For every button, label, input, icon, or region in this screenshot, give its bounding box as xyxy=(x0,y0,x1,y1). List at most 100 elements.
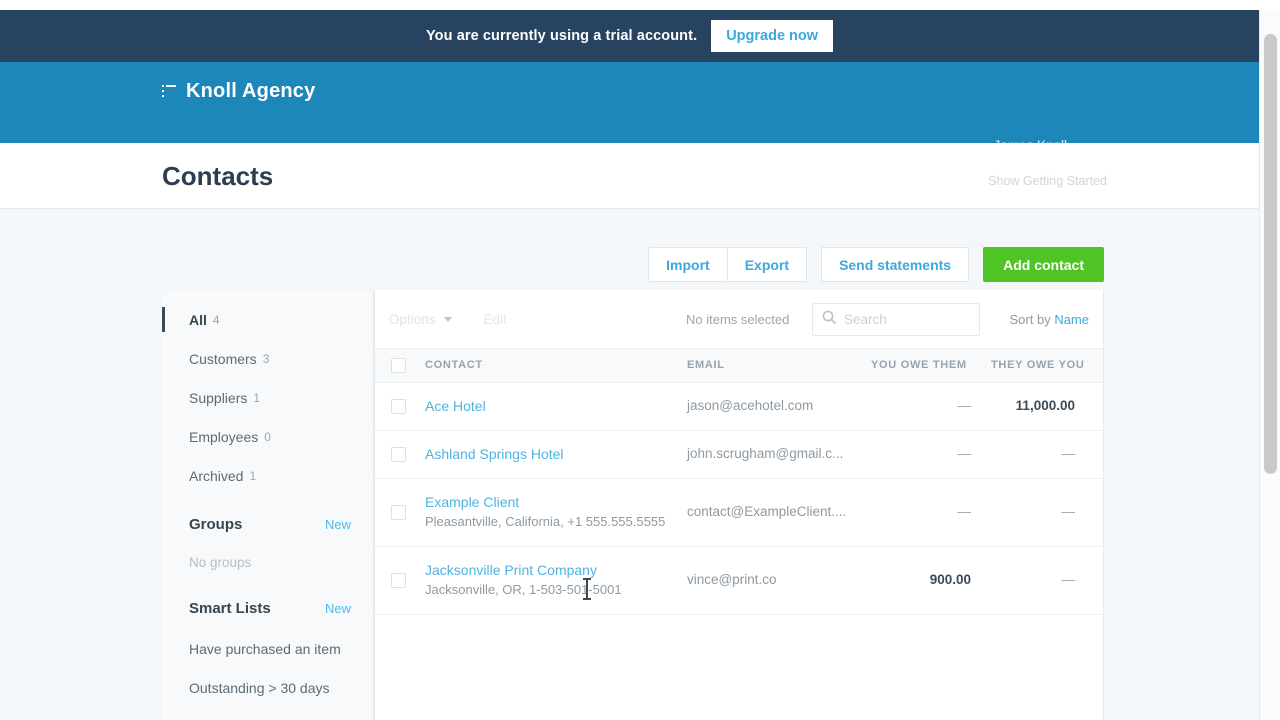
text-cursor xyxy=(583,578,591,600)
they-owe-you-value: 11,000.00 xyxy=(1015,398,1075,413)
sort-by-value[interactable]: Name xyxy=(1054,312,1089,327)
sidebar-item-employees[interactable]: Employees 0 xyxy=(162,417,373,456)
sidebar-item-overdue-7-days[interactable]: Overdue > 7 days xyxy=(162,707,373,720)
sidebar-item-outstanding-30-days[interactable]: Outstanding > 30 days xyxy=(162,668,373,707)
row-select-cell xyxy=(375,478,421,547)
app-header: Knoll Agency James Knoll Dashboard Accou… xyxy=(0,62,1259,205)
you-owe-them-value: 900.00 xyxy=(929,572,971,587)
options-dropdown[interactable]: Options xyxy=(389,312,452,327)
search-field[interactable] xyxy=(812,302,980,336)
import-export-group: Import Export xyxy=(648,247,808,282)
row-checkbox[interactable] xyxy=(391,398,406,414)
contact-subtitle: Jacksonville, OR, 1-503-501-5001 xyxy=(425,582,622,597)
action-bar: Import Export Send statements Add contac… xyxy=(648,247,1104,282)
column-header-they-owe-you[interactable]: THEY OWE YOU xyxy=(985,349,1103,383)
table-row[interactable]: Jacksonville Print Company Jacksonville,… xyxy=(375,546,1103,615)
contact-name-link[interactable]: Jacksonville Print Company xyxy=(425,561,687,579)
new-smart-list-link[interactable]: New xyxy=(325,601,351,616)
sort-by-label: Sort by xyxy=(1009,311,1055,327)
contact-email: jason@acehotel.com xyxy=(687,398,814,413)
edit-button[interactable]: Edit xyxy=(484,312,507,327)
sidebar-item-count: 1 xyxy=(253,390,261,405)
sidebar-item-label: Employees xyxy=(189,428,259,445)
brand[interactable]: Knoll Agency xyxy=(162,80,315,103)
sidebar-item-all[interactable]: All 4 xyxy=(162,300,373,339)
page-titlebar: Contacts Show Getting Started xyxy=(0,143,1259,209)
page-scrollbar[interactable] xyxy=(1259,10,1280,720)
contact-cell: Ace Hotel xyxy=(421,382,687,431)
select-all-header xyxy=(375,349,421,383)
sidebar-item-label: Have purchased an item xyxy=(189,640,341,657)
export-button[interactable]: Export xyxy=(726,247,808,282)
page-title: Contacts xyxy=(162,161,274,191)
groups-header: Groups New xyxy=(162,504,373,545)
groups-empty-label: No groups xyxy=(189,554,252,570)
content-area: Import Export Send statements Add contac… xyxy=(0,209,1259,720)
table-header: CONTACT EMAIL YOU OWE THEM THEY OWE YOU xyxy=(375,349,1103,383)
contact-name-link[interactable]: Example Client xyxy=(425,493,687,511)
contact-email: john.scrugham@gmail.c... xyxy=(687,446,844,461)
sidebar-item-archived[interactable]: Archived 1 xyxy=(162,456,373,495)
sidebar-item-count: 0 xyxy=(264,429,271,444)
sidebar-item-count: 4 xyxy=(212,312,220,327)
smart-lists-title: Smart Lists xyxy=(189,600,271,617)
they-owe-you-value: — xyxy=(1061,504,1076,519)
options-label: Options xyxy=(389,311,436,327)
scrollbar-thumb[interactable] xyxy=(1264,34,1277,474)
sidebar-item-have-purchased-an-item[interactable]: Have purchased an item xyxy=(162,629,373,668)
search-icon xyxy=(822,310,836,329)
smart-lists-header: Smart Lists New xyxy=(162,588,373,629)
brand-name: Knoll Agency xyxy=(186,80,316,102)
table-body: Ace Hotel jason@acehotel.com — 11,000.00… xyxy=(375,382,1103,615)
new-group-link[interactable]: New xyxy=(325,517,351,532)
sidebar-item-suppliers[interactable]: Suppliers 1 xyxy=(162,378,373,417)
contact-cell: Ashland Springs Hotel xyxy=(421,430,687,479)
contact-name-link[interactable]: Ace Hotel xyxy=(425,397,687,415)
column-header-contact[interactable]: CONTACT xyxy=(421,349,687,383)
show-getting-started-link[interactable]: Show Getting Started xyxy=(988,174,1107,188)
selection-status: No items selected xyxy=(686,311,790,327)
contacts-table: CONTACT EMAIL YOU OWE THEM THEY OWE YOU … xyxy=(375,349,1103,615)
contact-email: contact@ExampleClient.... xyxy=(687,504,847,519)
contact-name-link[interactable]: Ashland Springs Hotel xyxy=(425,445,687,463)
you-owe-them-value: — xyxy=(957,504,972,519)
search-input[interactable] xyxy=(844,311,974,327)
trial-banner-message: You are currently using a trial account. xyxy=(425,28,698,44)
table-row[interactable]: Ashland Springs Hotel john.scrugham@gmai… xyxy=(375,430,1103,479)
import-button[interactable]: Import xyxy=(648,247,727,282)
you-owe-them-value: — xyxy=(957,446,972,461)
sidebar-item-label: Archived xyxy=(189,467,244,484)
sidebar-item-customers[interactable]: Customers 3 xyxy=(162,339,373,378)
row-checkbox[interactable] xyxy=(391,572,406,588)
chevron-down-icon xyxy=(443,316,452,322)
row-checkbox[interactable] xyxy=(391,446,406,462)
select-all-checkbox[interactable] xyxy=(391,357,406,373)
sort-by-control: Sort by Name xyxy=(1010,312,1089,327)
groups-title: Groups xyxy=(189,516,243,533)
top-gutter xyxy=(0,0,1280,10)
table-row[interactable]: Example Client Pleasantville, California… xyxy=(375,478,1103,547)
column-header-you-owe-them[interactable]: YOU OWE THEM xyxy=(867,349,985,383)
app-screen: You are currently using a trial account.… xyxy=(0,0,1280,720)
they-owe-you-value: — xyxy=(1061,572,1076,587)
list-menu-icon[interactable] xyxy=(162,85,176,98)
send-statements-button[interactable]: Send statements xyxy=(821,247,970,282)
table-row[interactable]: Ace Hotel jason@acehotel.com — 11,000.00 xyxy=(375,382,1103,431)
row-select-cell xyxy=(375,546,421,615)
row-checkbox[interactable] xyxy=(391,504,406,520)
contact-subtitle: Pleasantville, California, +1 555.555.55… xyxy=(425,514,666,529)
they-owe-you-value: — xyxy=(1061,446,1076,461)
sidebar-item-count: 3 xyxy=(262,351,270,366)
contact-email: vince@print.co xyxy=(687,572,777,587)
contact-cell: Jacksonville Print Company Jacksonville,… xyxy=(421,546,687,615)
sidebar-item-label: Outstanding > 30 days xyxy=(189,679,330,696)
trial-banner: You are currently using a trial account.… xyxy=(0,10,1259,62)
contact-cell: Example Client Pleasantville, California… xyxy=(421,478,687,547)
you-owe-them-value: — xyxy=(957,398,972,413)
upgrade-now-button[interactable]: Upgrade now xyxy=(711,20,834,52)
row-select-cell xyxy=(375,430,421,479)
sidebar-item-label: Customers xyxy=(189,350,257,367)
add-contact-button[interactable]: Add contact xyxy=(983,247,1104,282)
contacts-panel: Options Edit No items selected Sort by N… xyxy=(374,290,1104,720)
column-header-email[interactable]: EMAIL xyxy=(687,349,867,383)
